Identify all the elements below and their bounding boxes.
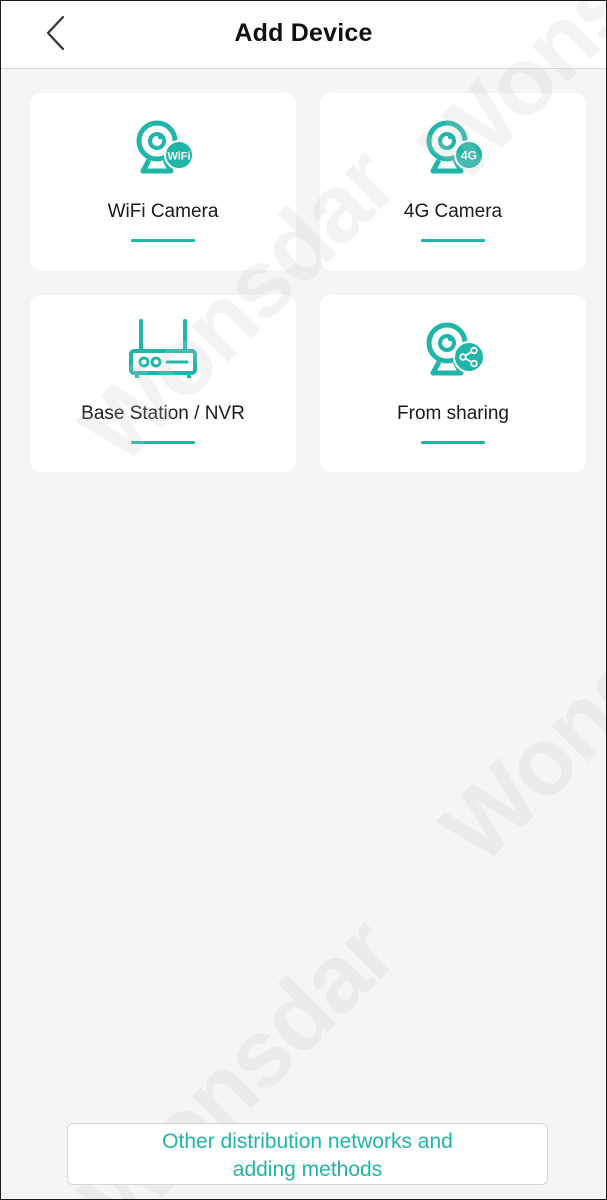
wifi-camera-label: WiFi Camera — [107, 201, 219, 222]
base-station-card[interactable]: Base Station / NVR — [30, 295, 296, 472]
other-methods-line2: adding methods — [232, 1158, 383, 1181]
wifi-camera-card[interactable]: WiFi WiFi Camera — [30, 93, 296, 270]
from-sharing-label: From sharing — [397, 403, 509, 424]
navigation-bar: Add Device — [1, 1, 606, 69]
card-underline — [421, 239, 485, 242]
4g-badge-text: 4G — [461, 149, 477, 163]
other-methods-line1: Other distribution networks and — [162, 1130, 453, 1153]
other-methods-button[interactable]: Other distribution networks and adding m… — [67, 1123, 548, 1185]
page-title: Add Device — [234, 19, 373, 47]
from-sharing-card[interactable]: From sharing — [320, 295, 586, 472]
4g-camera-icon: 4G — [417, 113, 489, 185]
wifi-camera-icon: WiFi — [127, 113, 199, 185]
4g-camera-card[interactable]: 4G 4G Camera — [320, 93, 586, 270]
card-underline — [131, 239, 195, 242]
card-underline — [131, 441, 195, 444]
watermark-logo: Wonsdar — [420, 528, 607, 884]
4g-camera-label: 4G Camera — [403, 201, 503, 222]
base-station-label: Base Station / NVR — [81, 403, 245, 424]
router-icon — [127, 315, 199, 387]
card-underline — [421, 441, 485, 444]
app-screen: Add Device WiFi WiFi Camera 4G 4G Camera… — [0, 0, 607, 1200]
shared-camera-icon — [417, 315, 489, 387]
wifi-badge-text: WiFi — [167, 151, 190, 163]
